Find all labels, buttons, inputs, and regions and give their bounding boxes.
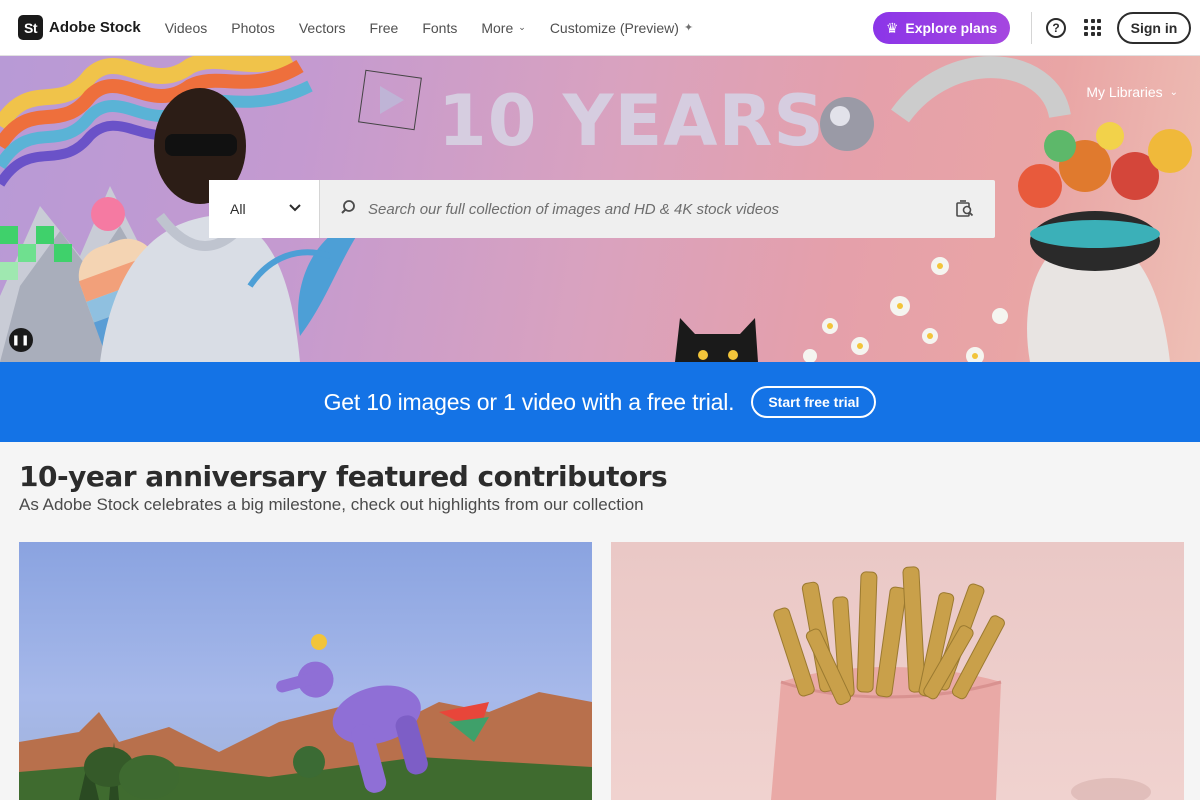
chevron-down-icon	[289, 203, 301, 215]
explore-plans-button[interactable]: ♛ Explore plans	[873, 12, 1010, 44]
search-category-value: All	[230, 201, 246, 217]
my-libraries-label: My Libraries	[1086, 84, 1163, 100]
search-bar: All	[209, 180, 995, 238]
crown-icon: ♛	[885, 19, 899, 36]
nav-vectors[interactable]: Vectors	[299, 20, 346, 36]
sparkle-icon: ✦	[683, 22, 694, 34]
top-navigation-bar: St Adobe Stock Videos Photos Vectors Fre…	[0, 0, 1200, 56]
header-divider	[1031, 12, 1032, 44]
hero-banner: 10 YEARS My Libraries ⌄ All ❚❚	[0, 56, 1200, 362]
stock-logo-icon: St	[18, 15, 43, 40]
search-input[interactable]	[368, 200, 945, 218]
search-icon	[340, 199, 356, 220]
section-title: 10-year anniversary featured contributor…	[19, 460, 668, 493]
visual-search-icon[interactable]	[945, 200, 985, 218]
search-input-wrapper	[320, 180, 995, 238]
pause-icon[interactable]: ❚❚	[9, 328, 33, 352]
nav-fonts[interactable]: Fonts	[422, 20, 457, 36]
main-nav: Videos Photos Vectors Free Fonts More ⌄ …	[165, 20, 717, 36]
nav-customize-preview[interactable]: Customize (Preview) ✦	[550, 20, 693, 36]
golden-fries-photo	[771, 566, 1151, 800]
nav-free[interactable]: Free	[370, 20, 399, 36]
explore-plans-label: Explore plans	[905, 20, 998, 36]
costume-jumper-photo	[19, 634, 592, 800]
featured-image-card[interactable]	[611, 542, 1184, 800]
nav-photos[interactable]: Photos	[231, 20, 275, 36]
app-switcher-icon[interactable]	[1084, 19, 1101, 36]
chevron-down-icon: ⌄	[518, 22, 526, 32]
my-libraries-button[interactable]: My Libraries ⌄	[1086, 84, 1178, 100]
start-free-trial-button[interactable]: Start free trial	[751, 386, 877, 418]
nav-more-label: More	[481, 19, 514, 36]
logo-text: Adobe Stock	[49, 19, 141, 36]
nav-customize-label: Customize (Preview)	[549, 19, 679, 36]
section-subtitle: As Adobe Stock celebrates a big mileston…	[19, 495, 644, 514]
hero-title: 10 YEARS	[438, 80, 825, 162]
featured-image-card[interactable]	[19, 542, 592, 800]
nav-videos[interactable]: Videos	[165, 20, 208, 36]
nav-more[interactable]: More ⌄	[481, 20, 525, 36]
help-icon[interactable]: ?	[1046, 18, 1066, 38]
adobe-stock-logo[interactable]: St Adobe Stock	[18, 15, 141, 40]
free-trial-banner: Get 10 images or 1 video with a free tri…	[0, 362, 1200, 442]
search-category-dropdown[interactable]: All	[209, 180, 320, 238]
free-trial-text: Get 10 images or 1 video with a free tri…	[323, 388, 735, 415]
sign-in-button[interactable]: Sign in	[1117, 12, 1191, 44]
chevron-down-icon: ⌄	[1169, 86, 1178, 98]
